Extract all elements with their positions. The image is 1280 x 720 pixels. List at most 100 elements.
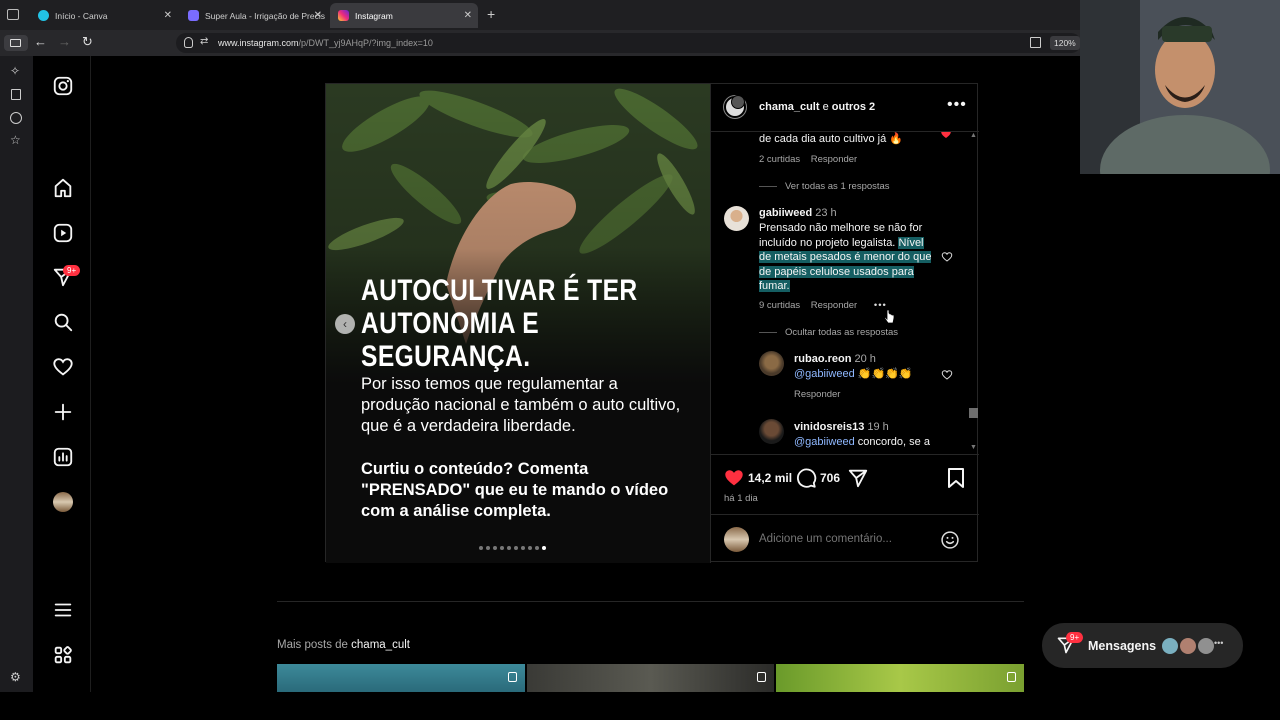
- close-tab-icon[interactable]: ✕: [464, 10, 472, 21]
- instagram-nav: 9+: [33, 56, 91, 692]
- like-comment-heart-icon[interactable]: [941, 251, 953, 263]
- more-post-thumbnail[interactable]: [527, 664, 774, 692]
- also-from-meta-icon[interactable]: [52, 644, 74, 666]
- reader-mode-icon[interactable]: [1030, 37, 1041, 48]
- instagram-logo-icon[interactable]: [52, 75, 74, 97]
- post-image: ‹ AUTOCULTIVAR É TER AUTONOMIA E SEGURAN…: [326, 84, 710, 563]
- post-age: há 1 dia: [724, 493, 758, 504]
- contact-avatar: [1180, 638, 1196, 654]
- tab-menu-icon[interactable]: [7, 9, 19, 20]
- reply-body: 👏👏👏👏: [857, 368, 913, 380]
- scroll-down-arrow-icon[interactable]: ▼: [970, 444, 977, 451]
- commenter-avatar[interactable]: [724, 206, 749, 231]
- reply-link[interactable]: Responder: [811, 154, 857, 165]
- ai-sparkle-icon[interactable]: ✧: [10, 64, 20, 78]
- reply-username[interactable]: rubao.reon: [794, 353, 851, 365]
- reply-link[interactable]: Responder: [811, 300, 857, 311]
- scrollbar-thumb[interactable]: [969, 408, 978, 418]
- back-icon[interactable]: ←: [34, 34, 47, 49]
- more-posts-username[interactable]: chama_cult: [351, 639, 410, 651]
- tab-instagram[interactable]: Instagram ✕: [330, 3, 478, 28]
- save-bookmark-icon[interactable]: [946, 467, 966, 489]
- comment-count[interactable]: 706: [820, 471, 840, 485]
- action-bar: 14,2 mil 706 há 1 dia: [711, 454, 979, 514]
- liked-heart-icon[interactable]: [940, 132, 952, 140]
- like-count[interactable]: 14,2 mil: [748, 471, 792, 485]
- profile-avatar[interactable]: [53, 492, 73, 512]
- zoom-level[interactable]: 120%: [1050, 36, 1080, 50]
- more-posts-heading: Mais posts de chama_cult: [277, 639, 410, 651]
- webcam-person-image: [1080, 0, 1280, 174]
- close-tab-icon[interactable]: ✕: [164, 10, 172, 21]
- author-username[interactable]: chama_cult: [759, 101, 820, 113]
- comment-input[interactable]: [759, 529, 929, 549]
- canva-favicon-icon: [38, 10, 49, 21]
- tune-icon[interactable]: ⇄: [200, 36, 208, 47]
- messages-badge: 9+: [1066, 632, 1084, 643]
- like-reply-heart-icon[interactable]: [941, 369, 953, 381]
- post-sidebar: chama_cult e outros 2 ••• de cada dia au…: [710, 84, 979, 563]
- site-info-icon[interactable]: [184, 37, 193, 48]
- more-post-thumbnail[interactable]: [277, 664, 525, 692]
- reply-mention[interactable]: @gabiiweed: [794, 368, 855, 380]
- forward-icon[interactable]: →: [58, 34, 71, 49]
- post-cta-text: Curtiu o conteúdo? Comenta "PRENSADO" qu…: [361, 460, 669, 520]
- share-send-icon[interactable]: [847, 467, 869, 489]
- sidebar-toggle-icon[interactable]: [4, 35, 28, 51]
- reply-link[interactable]: Responder: [794, 389, 840, 400]
- carousel-post-icon: [1007, 672, 1016, 682]
- comment-meta: 2 curtidas Responder: [759, 154, 857, 165]
- heart-notifications-icon[interactable]: [52, 356, 74, 378]
- close-tab-icon[interactable]: ✕: [314, 10, 322, 21]
- more-options-icon[interactable]: •••: [947, 96, 967, 114]
- carousel-post-icon: [757, 672, 766, 682]
- comment-text: Prensado não melhore se não for incluído…: [759, 221, 937, 294]
- reply-header: vinidosreis13 19 h: [794, 421, 889, 433]
- comment-fragment: de cada dia auto cultivo já 🔥: [759, 133, 903, 145]
- reply-body: concordo, se a: [857, 436, 930, 448]
- like-count[interactable]: 2 curtidas: [759, 154, 800, 165]
- menu-hamburger-icon[interactable]: [52, 599, 74, 621]
- coauthor-avatar[interactable]: [731, 95, 745, 109]
- url-path: /p/DWT_yj9AHqP/?img_index=10: [298, 38, 433, 48]
- reply-username[interactable]: vinidosreis13: [794, 421, 864, 433]
- reels-icon[interactable]: [52, 222, 74, 244]
- comment-time: 23 h: [815, 207, 837, 219]
- reload-icon[interactable]: ↻: [82, 34, 93, 50]
- tab-super-aula[interactable]: Super Aula - Irrigação de Precis ✕: [180, 3, 328, 28]
- reading-list-icon[interactable]: [11, 89, 21, 100]
- comment-icon[interactable]: [795, 467, 817, 489]
- messages-button[interactable]: 9+ Mensagens •••: [1042, 623, 1243, 668]
- replier-avatar[interactable]: [759, 351, 784, 376]
- settings-gear-icon[interactable]: ⚙: [10, 670, 21, 684]
- create-plus-icon[interactable]: [52, 401, 74, 423]
- more-post-thumbnail[interactable]: [776, 664, 1024, 692]
- liked-heart-icon[interactable]: [723, 467, 745, 489]
- new-tab-icon[interactable]: +: [487, 6, 495, 22]
- carousel-dot: [500, 546, 504, 550]
- emoji-icon[interactable]: [940, 530, 960, 550]
- carousel-dot: [528, 546, 532, 550]
- carousel-prev-button[interactable]: ‹: [335, 314, 355, 334]
- carousel-dot: [514, 546, 518, 550]
- url-bar[interactable]: ⇄ www.instagram.com/p/DWT_yj9AHqP/?img_i…: [176, 33, 1081, 53]
- history-icon[interactable]: [10, 112, 22, 124]
- view-replies-link[interactable]: Ver todas as 1 respostas: [759, 181, 890, 192]
- tab-canva[interactable]: Início - Canva ✕: [30, 3, 178, 28]
- others-link[interactable]: outros 2: [832, 101, 875, 113]
- carousel-dot: [479, 546, 483, 550]
- reply-mention[interactable]: @gabiiweed: [794, 436, 855, 448]
- hide-replies-link[interactable]: Ocultar todas as respostas: [759, 327, 898, 338]
- comment-meta: 9 curtidas Responder •••: [759, 300, 887, 311]
- favorites-star-icon[interactable]: ☆: [10, 133, 21, 147]
- replier-avatar[interactable]: [759, 419, 784, 444]
- like-count[interactable]: 9 curtidas: [759, 300, 800, 311]
- comment-username[interactable]: gabiiweed: [759, 207, 812, 219]
- more-posts-prefix: Mais posts de: [277, 639, 348, 651]
- scroll-up-arrow-icon[interactable]: ▲: [970, 132, 977, 139]
- home-icon[interactable]: [52, 177, 74, 199]
- dashboard-icon[interactable]: [52, 446, 74, 468]
- tab-label: Início - Canva: [55, 10, 108, 21]
- comments-list[interactable]: de cada dia auto cultivo já 🔥 2 curtidas…: [711, 132, 979, 454]
- search-icon[interactable]: [52, 311, 74, 333]
